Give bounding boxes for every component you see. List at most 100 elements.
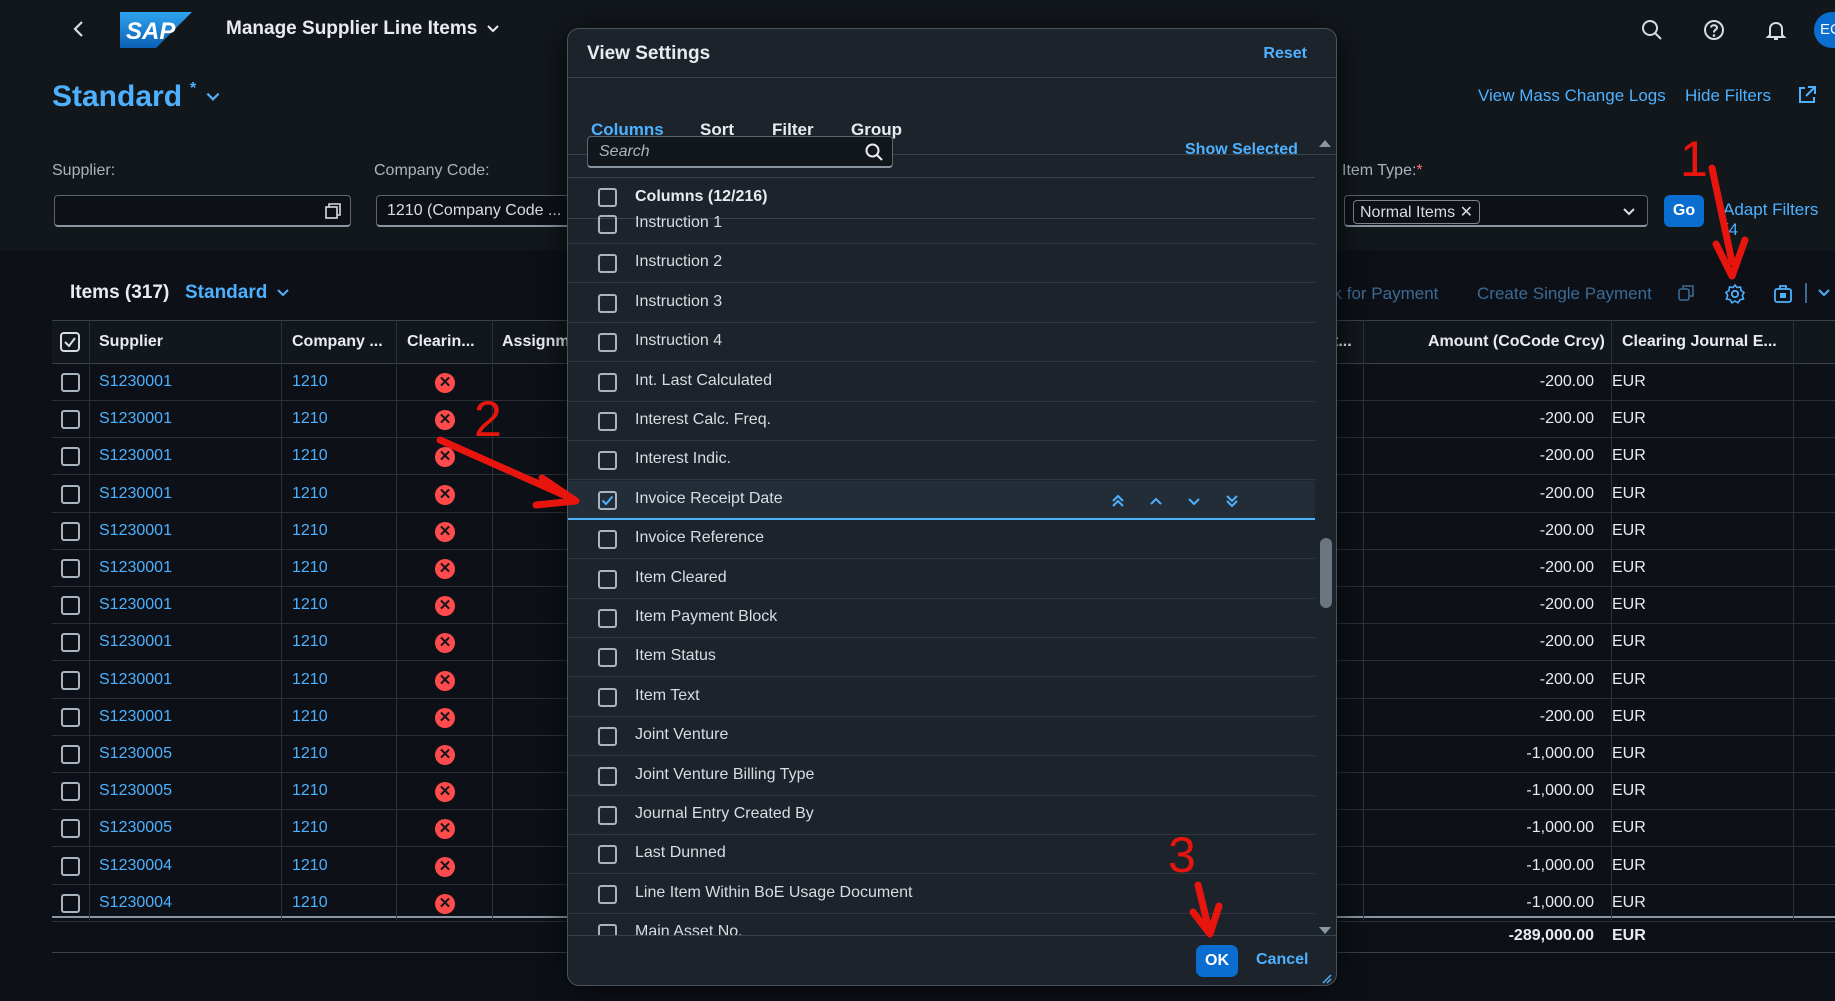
company-code-link[interactable]: 1210: [292, 857, 328, 875]
row-checkbox[interactable]: [61, 782, 80, 802]
column-list-item[interactable]: Instruction 2: [568, 244, 1315, 284]
row-checkbox[interactable]: [61, 559, 80, 578]
search-icon[interactable]: [1640, 18, 1664, 42]
row-checkbox[interactable]: [61, 447, 80, 467]
company-code-link[interactable]: 1210: [292, 559, 328, 577]
chevron-down-icon[interactable]: [1621, 204, 1637, 220]
cancel-button[interactable]: Cancel: [1256, 951, 1308, 969]
column-list-item[interactable]: Instruction 1: [568, 205, 1315, 244]
column-checkbox[interactable]: [598, 609, 617, 628]
supplier-link[interactable]: S1230005: [99, 745, 172, 763]
row-checkbox[interactable]: [61, 521, 80, 541]
item-type-select[interactable]: Normal Items ✕: [1344, 195, 1648, 227]
supplier-link[interactable]: S1230001: [99, 447, 172, 465]
supplier-link[interactable]: S1230001: [99, 633, 172, 651]
column-list-item[interactable]: Interest Indic.: [568, 441, 1315, 481]
company-code-link[interactable]: 1210: [292, 447, 328, 465]
column-checkbox[interactable]: [598, 806, 617, 825]
view-mass-change-logs-link[interactable]: View Mass Change Logs: [1478, 86, 1666, 106]
column-checkbox[interactable]: [598, 333, 617, 353]
show-selected-button[interactable]: Show Selected: [1185, 141, 1298, 159]
reset-button[interactable]: Reset: [1263, 45, 1307, 63]
supplier-link[interactable]: S1230001: [99, 485, 172, 503]
column-list-item[interactable]: Interest Calc. Freq.: [568, 402, 1315, 441]
column-checkbox[interactable]: [598, 727, 617, 747]
supplier-link[interactable]: S1230001: [99, 671, 172, 689]
go-button[interactable]: Go: [1664, 195, 1704, 227]
column-list-item[interactable]: Instruction 3: [568, 284, 1315, 323]
company-code-link[interactable]: 1210: [292, 522, 328, 540]
app-title[interactable]: Manage Supplier Line Items: [226, 18, 501, 40]
column-checkbox[interactable]: [598, 254, 617, 274]
company-code-link[interactable]: 1210: [292, 596, 328, 614]
supplier-input[interactable]: [54, 195, 351, 227]
chevron-left-icon[interactable]: [68, 18, 90, 40]
column-checkbox[interactable]: [598, 530, 617, 550]
search-icon[interactable]: [864, 142, 884, 162]
avatar[interactable]: EC: [1814, 12, 1835, 48]
company-code-link[interactable]: 1210: [292, 745, 328, 763]
help-icon[interactable]: [1702, 18, 1726, 42]
row-checkbox[interactable]: [61, 819, 80, 839]
list-scrollbar[interactable]: [1317, 137, 1331, 937]
hide-filters-link[interactable]: Hide Filters: [1685, 86, 1771, 106]
supplier-link[interactable]: S1230005: [99, 819, 172, 837]
column-list-item[interactable]: Last Dunned: [568, 835, 1315, 875]
company-code-link[interactable]: 1210: [292, 708, 328, 726]
columns-search-input[interactable]: Search: [587, 136, 893, 168]
column-list-item[interactable]: Int. Last Calculated: [568, 363, 1315, 402]
company-code-link[interactable]: 1210: [292, 782, 328, 800]
supplier-link[interactable]: S1230001: [99, 559, 172, 577]
block-for-payment-button[interactable]: ck for Payment: [1325, 284, 1438, 304]
column-list-item[interactable]: Journal Entry Created By: [568, 796, 1315, 835]
column-list-item[interactable]: Item Payment Block: [568, 599, 1315, 638]
chevron-down-icon[interactable]: [1184, 491, 1204, 511]
chevron-up-icon[interactable]: [1146, 491, 1166, 511]
col-clearing-status[interactable]: Clearin...: [407, 333, 487, 351]
chevron-down-icon[interactable]: [1816, 285, 1835, 309]
item-type-token[interactable]: Normal Items ✕: [1353, 200, 1480, 224]
row-checkbox[interactable]: [61, 633, 80, 653]
row-checkbox[interactable]: [61, 373, 80, 392]
column-checkbox[interactable]: [598, 569, 617, 589]
supplier-link[interactable]: S1230001: [99, 708, 172, 726]
row-checkbox[interactable]: [61, 410, 80, 430]
scrollbar-thumb[interactable]: [1320, 538, 1332, 608]
double-chevron-down-icon[interactable]: [1222, 491, 1242, 511]
row-checkbox[interactable]: [61, 856, 80, 876]
row-checkbox[interactable]: [61, 707, 80, 727]
row-checkbox[interactable]: [61, 670, 80, 690]
share-icon[interactable]: [1796, 84, 1820, 108]
token-remove-icon[interactable]: ✕: [1460, 204, 1473, 221]
variant-selector[interactable]: Standard *: [52, 80, 222, 114]
double-chevron-up-icon[interactable]: [1108, 491, 1128, 511]
row-checkbox[interactable]: [61, 893, 80, 913]
column-list-item[interactable]: Joint Venture: [568, 717, 1315, 757]
company-code-link[interactable]: 1210: [292, 485, 328, 503]
bell-icon[interactable]: [1764, 18, 1788, 42]
row-checkbox[interactable]: [61, 745, 80, 764]
company-code-link[interactable]: 1210: [292, 894, 328, 912]
column-list-item[interactable]: Item Cleared: [568, 560, 1315, 599]
value-help-icon[interactable]: [324, 202, 342, 220]
company-code-input[interactable]: 1210 (Company Code ...: [376, 195, 576, 227]
supplier-link[interactable]: S1230005: [99, 782, 172, 800]
row-checkbox[interactable]: [61, 484, 80, 504]
create-single-payment-button[interactable]: Create Single Payment: [1477, 284, 1652, 304]
column-list-item[interactable]: Item Status: [568, 638, 1315, 678]
company-code-link[interactable]: 1210: [292, 819, 328, 837]
column-checkbox[interactable]: [598, 766, 617, 786]
table-variant-selector[interactable]: Standard: [185, 282, 291, 304]
copy-icon[interactable]: [1676, 283, 1700, 307]
export-icon[interactable]: [1772, 283, 1796, 307]
col-assignment[interactable]: Assignme: [502, 333, 572, 351]
gear-icon[interactable]: [1724, 283, 1748, 307]
column-checkbox[interactable]: [598, 490, 617, 510]
col-amount[interactable]: Amount (CoCode Crcy): [1428, 333, 1605, 351]
column-checkbox[interactable]: [598, 451, 617, 471]
column-list-item[interactable]: Invoice Reference: [568, 520, 1315, 560]
column-list-item[interactable]: Item Text: [568, 678, 1315, 717]
ok-button[interactable]: OK: [1196, 945, 1238, 977]
select-all-checkbox[interactable]: [60, 332, 80, 357]
company-code-link[interactable]: 1210: [292, 633, 328, 651]
